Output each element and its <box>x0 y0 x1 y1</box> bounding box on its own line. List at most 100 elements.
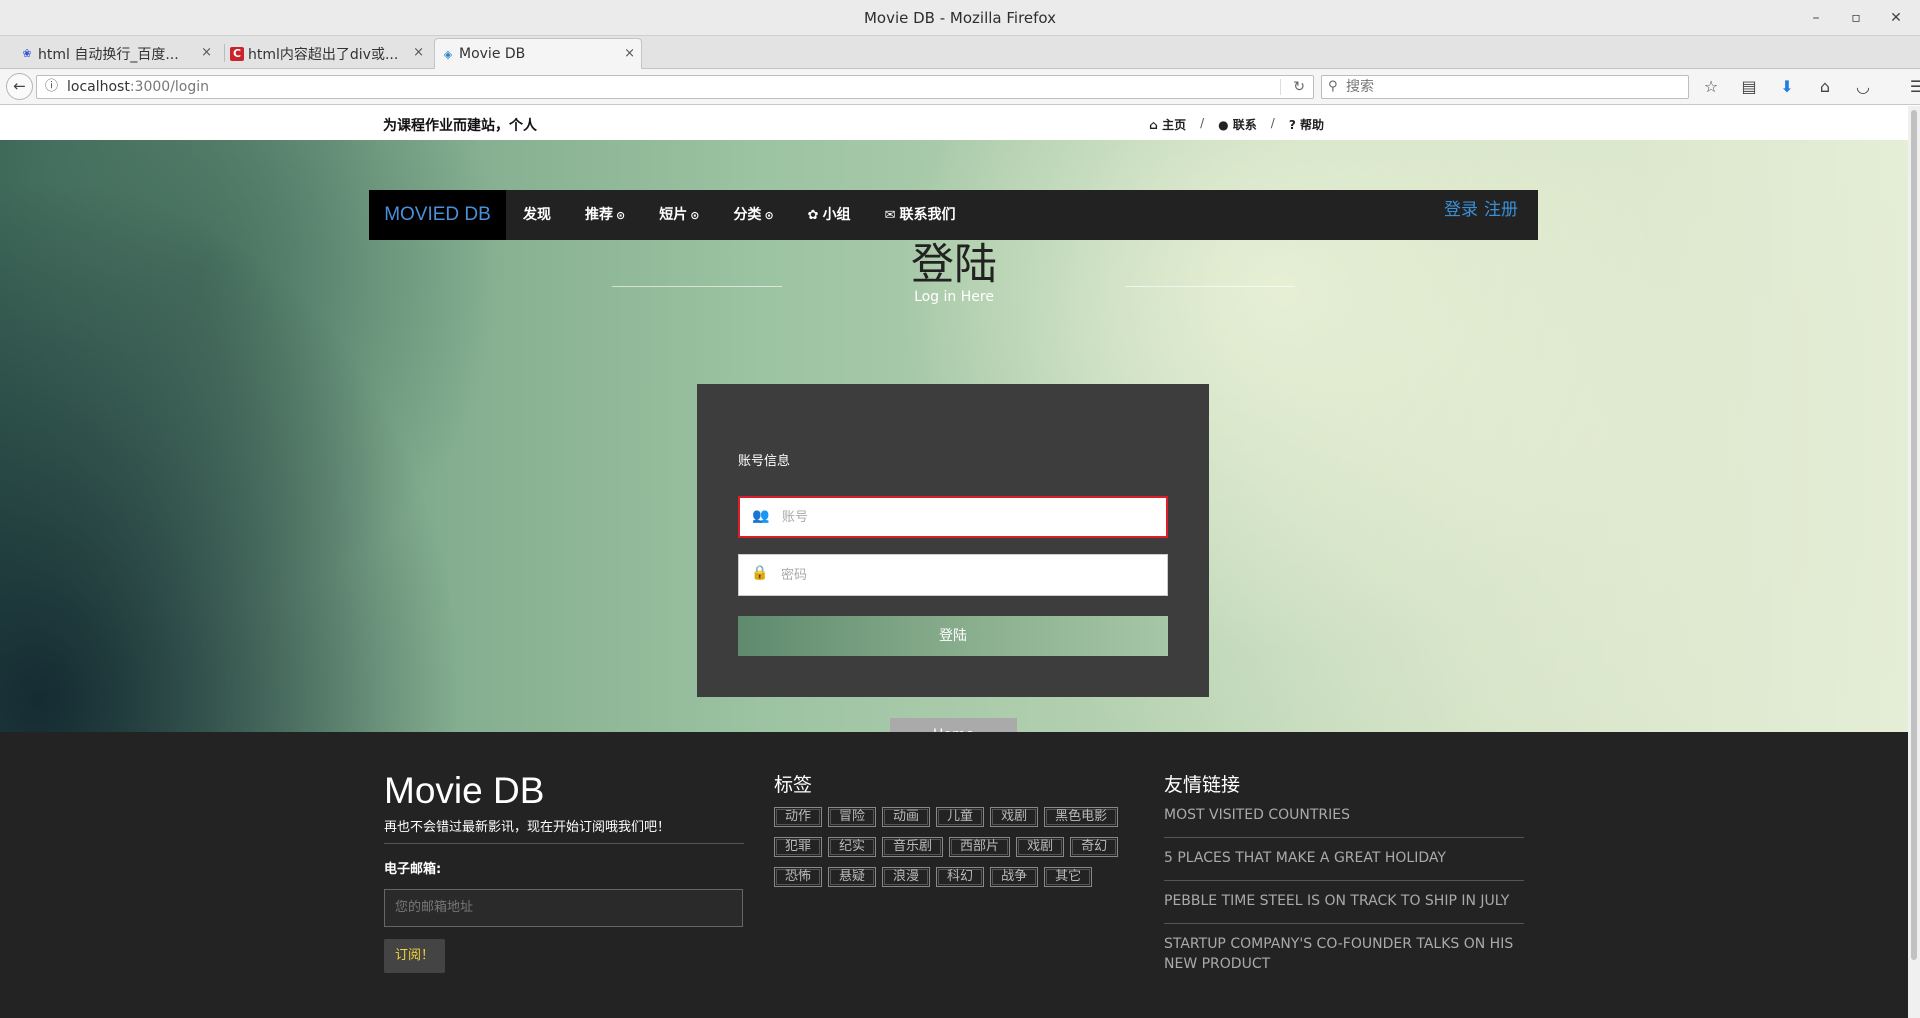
tag-item[interactable]: 儿童 <box>936 807 985 827</box>
url-host: localhost <box>67 79 130 95</box>
tab-label: html 自动换行_百度... <box>38 46 179 63</box>
moviedb-icon: ◈ <box>443 48 453 61</box>
auth-links: 登录 注册 <box>1438 190 1518 230</box>
tag-item[interactable]: 动作 <box>774 807 823 827</box>
bookmark-star-icon[interactable]: ☆ <box>1698 75 1724 99</box>
site-footer: Movie DB 再也不会错过最新影讯，现在开始订阅哦我们吧！ 电子邮箱: 您的… <box>0 732 1908 1018</box>
tag-item[interactable]: 科幻 <box>936 867 985 887</box>
tag-item[interactable]: 戏剧 <box>1016 837 1065 857</box>
minimize-icon[interactable]: – <box>1806 0 1826 36</box>
comment-icon: ● <box>1218 118 1233 132</box>
tag-item[interactable]: 悬疑 <box>828 867 877 887</box>
dropdown-circle-icon: ⊙ <box>764 209 774 222</box>
footer-tags: 标签 动作 冒险 动画 儿童 戏剧 黑色电影 犯罪 纪实 音乐剧 西部片 戏剧 … <box>774 770 1134 887</box>
tag-item[interactable]: 西部片 <box>949 837 1011 857</box>
tab-close-icon[interactable]: × <box>413 45 424 60</box>
login-form: 账号信息 👥 🔒 登陆 <box>697 384 1209 697</box>
subscribe-button[interactable]: 订阅！ <box>384 939 446 973</box>
reading-list-icon[interactable]: ▤ <box>1736 75 1762 99</box>
friend-link[interactable]: STARTUP COMPANY'S CO-FOUNDER TALKS ON HI… <box>1164 924 1524 986</box>
url-bar[interactable]: ⓘ localhost:3000/login ↻ <box>36 75 1314 99</box>
password-field[interactable]: 🔒 <box>738 554 1168 596</box>
tag-item[interactable]: 犯罪 <box>774 837 823 857</box>
tab-moviedb[interactable]: ◈ Movie DB × <box>434 38 642 69</box>
tab-close-icon[interactable]: × <box>201 45 212 60</box>
tab-label: html内容超出了div或... <box>248 46 399 63</box>
site-topstrip: 为课程作业而建站，个人 ⌂ 主页 / ● 联系 / ? 帮助 <box>0 106 1908 140</box>
tag-item[interactable]: 奇幻 <box>1070 837 1119 857</box>
friend-link[interactable]: PEBBLE TIME STEEL IS ON TRACK TO SHIP IN… <box>1164 881 1524 924</box>
toplink-separator: / <box>1200 116 1205 130</box>
group-icon: ✿ <box>807 208 819 223</box>
pocket-icon[interactable]: ◡ <box>1850 75 1876 99</box>
tag-item[interactable]: 恐怖 <box>774 867 823 887</box>
footer-brand: Movie DB <box>384 770 545 811</box>
footer-tagline: 再也不会错过最新影讯，现在开始订阅哦我们吧！ <box>384 816 744 844</box>
tab-csdn[interactable]: C html内容超出了div或... × <box>224 38 430 69</box>
email-input[interactable]: 您的邮箱地址 <box>384 889 743 927</box>
footer-links: 友情链接 MOST VISITED COUNTRIES 5 PLACES THA… <box>1164 770 1524 986</box>
toplink-separator: / <box>1270 116 1275 130</box>
search-bar[interactable]: ⚲ 搜索 <box>1321 75 1689 99</box>
tag-item[interactable]: 战争 <box>990 867 1039 887</box>
home-icon[interactable]: ⌂ <box>1812 75 1838 99</box>
login-submit-button[interactable]: 登陆 <box>738 616 1168 656</box>
download-icon[interactable]: ⬇ <box>1774 75 1800 99</box>
page-subtitle: Log in Here <box>914 289 994 305</box>
register-link[interactable]: 注册 <box>1484 200 1518 220</box>
tag-item[interactable]: 戏剧 <box>990 807 1039 827</box>
account-field[interactable]: 👥 <box>738 496 1168 538</box>
question-icon: ? <box>1288 118 1300 132</box>
page-title: 登陆 <box>911 240 997 290</box>
site-slogan: 为课程作业而建站，个人 <box>383 118 537 134</box>
tag-item[interactable]: 黑色电影 <box>1044 807 1119 827</box>
page-scrollbar[interactable] <box>1908 106 1920 1018</box>
scrollbar-thumb[interactable] <box>1911 110 1917 960</box>
password-input[interactable] <box>781 555 1161 595</box>
account-input[interactable] <box>782 498 1162 536</box>
toplink-help[interactable]: ? 帮助 <box>1289 116 1324 133</box>
maximize-icon[interactable]: ▫ <box>1846 0 1866 36</box>
top-links: ⌂ 主页 / ● 联系 / ? 帮助 <box>1149 116 1324 133</box>
account-info-label: 账号信息 <box>738 454 791 469</box>
tag-item[interactable]: 音乐剧 <box>882 837 944 857</box>
toplink-contact[interactable]: ● 联系 <box>1218 116 1257 133</box>
csdn-c-icon: C <box>230 47 244 61</box>
dropdown-circle-icon: ⊙ <box>616 209 626 222</box>
back-arrow-icon: ← <box>13 77 26 95</box>
menu-icon[interactable]: ☰ <box>1904 75 1920 99</box>
window-title: Movie DB - Mozilla Firefox <box>863 9 1057 27</box>
tab-bar: ❀ html 自动换行_百度... × C html内容超出了div或... ×… <box>0 36 1920 98</box>
reload-icon[interactable]: ↻ <box>1293 76 1305 98</box>
tab-label: Movie DB <box>459 46 526 62</box>
friend-link[interactable]: MOST VISITED COUNTRIES <box>1164 797 1524 838</box>
login-link[interactable]: 登录 <box>1444 200 1478 220</box>
window-titlebar: Movie DB - Mozilla Firefox – ▫ ✕ <box>0 0 1920 36</box>
friend-link[interactable]: 5 PLACES THAT MAKE A GREAT HOLIDAY <box>1164 838 1524 881</box>
email-label: 电子邮箱: <box>384 862 442 877</box>
page-viewport: 为课程作业而建站，个人 ⌂ 主页 / ● 联系 / ? 帮助 MOVIED DB… <box>0 106 1908 1018</box>
url-path: :3000/login <box>129 79 210 95</box>
tag-item[interactable]: 动画 <box>882 807 931 827</box>
tag-item[interactable]: 纪实 <box>828 837 877 857</box>
tag-item[interactable]: 冒险 <box>828 807 877 827</box>
tags-heading: 标签 <box>774 774 813 796</box>
tag-item[interactable]: 其它 <box>1044 867 1093 887</box>
links-heading: 友情链接 <box>1164 774 1241 796</box>
tag-list: 动作 冒险 动画 儿童 戏剧 黑色电影 犯罪 纪实 音乐剧 西部片 戏剧 奇幻 … <box>774 807 1134 887</box>
friend-links: MOST VISITED COUNTRIES 5 PLACES THAT MAK… <box>1164 797 1524 986</box>
close-window-icon[interactable]: ✕ <box>1886 0 1906 36</box>
envelope-icon: ✉ <box>884 208 896 223</box>
tab-baidu[interactable]: ❀ html 自动换行_百度... × <box>14 38 218 69</box>
home-icon: ⌂ <box>1149 118 1163 132</box>
users-icon: 👥 <box>752 508 770 524</box>
tag-item[interactable]: 浪漫 <box>882 867 931 887</box>
dropdown-circle-icon: ⊙ <box>690 209 700 222</box>
tab-close-icon[interactable]: × <box>624 46 635 61</box>
toplink-home[interactable]: ⌂ 主页 <box>1149 116 1186 133</box>
footer-subscribe: Movie DB 再也不会错过最新影讯，现在开始订阅哦我们吧！ 电子邮箱: 您的… <box>384 770 744 973</box>
info-icon[interactable]: ⓘ <box>45 76 58 98</box>
url-divider <box>1280 79 1281 95</box>
window-controls: – ▫ ✕ <box>1806 0 1906 36</box>
back-button[interactable]: ← <box>6 73 33 100</box>
